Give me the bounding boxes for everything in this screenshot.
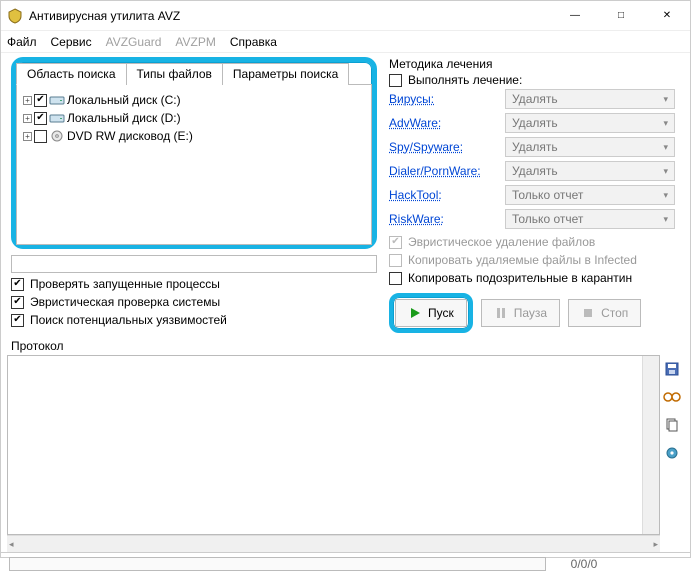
tabstrip: Область поиска Типы файлов Параметры пои…: [16, 62, 372, 85]
protocol-textarea[interactable]: [7, 355, 660, 535]
tab-scan-area[interactable]: Область поиска: [16, 63, 127, 85]
cat-hacktool[interactable]: HackTool:: [389, 188, 499, 202]
chevron-down-icon: ▾: [663, 214, 668, 225]
stop-icon: [581, 306, 595, 320]
copy-log-button[interactable]: [662, 415, 682, 435]
menu-avzguard[interactable]: AVZGuard: [106, 35, 162, 49]
start-button[interactable]: Пуск: [395, 299, 467, 327]
sel-viruses[interactable]: Удалять▾: [505, 89, 675, 109]
drive-tree: + ✔ Локальный диск (C:) + ✔ Локальный ди…: [16, 85, 372, 245]
window-title: Антивирусная утилита AVZ: [29, 9, 552, 23]
minimize-button[interactable]: —: [552, 1, 598, 31]
play-icon: [408, 306, 422, 320]
app-icon: [7, 8, 23, 24]
pause-icon: [494, 306, 508, 320]
status-counter: 0/0/0: [554, 557, 614, 571]
sel-hacktool[interactable]: Только отчет▾: [505, 185, 675, 205]
statusbar: 0/0/0: [1, 552, 690, 574]
maximize-button[interactable]: □: [598, 1, 644, 31]
tree-row[interactable]: + ✔ Локальный диск (D:): [21, 109, 367, 127]
heur-del-checkbox: ✔: [389, 236, 402, 249]
drive-checkbox[interactable]: ✔: [34, 112, 47, 125]
drive-label: DVD RW дисковод (E:): [67, 129, 193, 143]
sel-riskware[interactable]: Только отчет▾: [505, 209, 675, 229]
menubar: Файл Сервис AVZGuard AVZPM Справка: [1, 31, 690, 53]
opt-running-procs-label: Проверять запущенные процессы: [30, 277, 220, 291]
drive-label: Локальный диск (D:): [67, 111, 181, 125]
chevron-down-icon: ▾: [663, 118, 668, 129]
close-button[interactable]: ✕: [644, 1, 690, 31]
sel-spyware[interactable]: Удалять▾: [505, 137, 675, 157]
chevron-down-icon: ▾: [663, 166, 668, 177]
menu-help[interactable]: Справка: [230, 35, 277, 49]
tree-row[interactable]: + ✔ Локальный диск (C:): [21, 91, 367, 109]
tab-file-types[interactable]: Типы файлов: [126, 63, 223, 85]
stop-button: Стоп: [568, 299, 641, 327]
expand-icon[interactable]: +: [23, 132, 32, 141]
opt-vuln-label: Поиск потенциальных уязвимостей: [30, 313, 227, 327]
heur-del-label: Эвристическое удаление файлов: [408, 235, 595, 249]
protocol-toolbar: [660, 355, 684, 535]
path-box: [11, 255, 377, 273]
expand-icon[interactable]: +: [23, 114, 32, 123]
menu-avzpm[interactable]: AVZPM: [175, 35, 215, 49]
sel-advware[interactable]: Удалять▾: [505, 113, 675, 133]
chevron-down-icon: ▾: [663, 142, 668, 153]
opt-running-procs-checkbox[interactable]: ✔: [11, 278, 24, 291]
protocol-label: Протокол: [1, 333, 690, 355]
titlebar: Антивирусная утилита AVZ — □ ✕: [1, 1, 690, 31]
opt-vuln-checkbox[interactable]: ✔: [11, 314, 24, 327]
copy-quarantine-label: Копировать подозрительные в карантин: [408, 271, 632, 285]
gear-log-button[interactable]: [662, 443, 682, 463]
scroll-left-icon[interactable]: ◂: [9, 539, 14, 550]
expand-icon[interactable]: +: [23, 96, 32, 105]
copy-infected-checkbox: [389, 254, 402, 267]
progress-bar: [9, 557, 546, 571]
cat-dialer[interactable]: Dialer/PornWare:: [389, 164, 499, 178]
opt-heuristic-checkbox[interactable]: ✔: [11, 296, 24, 309]
cat-riskware[interactable]: RiskWare:: [389, 212, 499, 226]
copy-quarantine-checkbox[interactable]: [389, 272, 402, 285]
drive-checkbox[interactable]: [34, 130, 47, 143]
do-treat-label: Выполнять лечение:: [408, 73, 522, 87]
pause-button: Пауза: [481, 299, 560, 327]
chevron-down-icon: ▾: [663, 94, 668, 105]
scan-area-highlight: Область поиска Типы файлов Параметры пои…: [11, 57, 377, 249]
glasses-log-button[interactable]: [662, 387, 682, 407]
drive-checkbox[interactable]: ✔: [34, 94, 47, 107]
tree-row[interactable]: + DVD RW дисковод (E:): [21, 127, 367, 145]
treatment-heading: Методика лечения: [389, 57, 675, 71]
copy-infected-label: Копировать удаляемые файлы в Infected: [408, 253, 637, 267]
cat-spyware[interactable]: Spy/Spyware:: [389, 140, 499, 154]
cat-viruses[interactable]: Вирусы:: [389, 92, 499, 106]
dvd-icon: [49, 130, 65, 142]
sel-dialer[interactable]: Удалять▾: [505, 161, 675, 181]
vertical-scrollbar[interactable]: [642, 356, 659, 534]
opt-heuristic-label: Эвристическая проверка системы: [30, 295, 220, 309]
do-treat-checkbox[interactable]: [389, 74, 402, 87]
drive-icon: [49, 112, 65, 124]
menu-service[interactable]: Сервис: [51, 35, 92, 49]
start-button-highlight: Пуск: [389, 293, 473, 333]
scroll-right-icon[interactable]: ▸: [653, 539, 658, 550]
tab-search-params[interactable]: Параметры поиска: [222, 63, 349, 85]
menu-file[interactable]: Файл: [7, 35, 37, 49]
chevron-down-icon: ▾: [663, 190, 668, 201]
drive-icon: [49, 94, 65, 106]
save-log-button[interactable]: [662, 359, 682, 379]
horizontal-scrollbar[interactable]: ◂ ▸: [7, 535, 660, 552]
cat-advware[interactable]: AdvWare:: [389, 116, 499, 130]
drive-label: Локальный диск (C:): [67, 93, 181, 107]
